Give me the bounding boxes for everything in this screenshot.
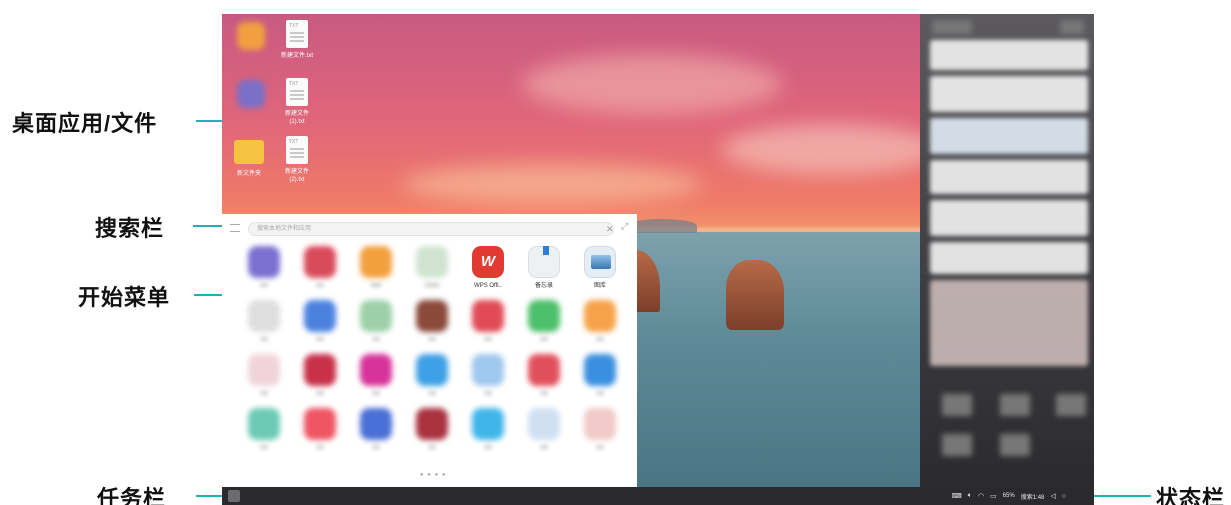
app-memo[interactable]: 备忘录	[516, 246, 572, 300]
desktop-screen: TXT 新建文件.txt TXT 新建文件 (1).txt 新文件夹 TXT 新…	[222, 14, 1094, 505]
keyboard-icon[interactable]: ⌨	[952, 492, 962, 500]
desktop-file-txt[interactable]: TXT 新建文件.txt	[270, 20, 324, 60]
search-input[interactable]: 搜索本地文件和应用	[248, 222, 614, 236]
app-item[interactable]: ■■	[572, 408, 628, 462]
text-file-icon: TXT	[286, 136, 308, 164]
start-button[interactable]	[228, 490, 240, 502]
app-wps-office[interactable]: WPS Offi..	[460, 246, 516, 300]
memo-icon	[528, 246, 560, 278]
app-icon	[237, 22, 265, 50]
app-item[interactable]: ■■	[460, 408, 516, 462]
app-item[interactable]: ■■	[236, 354, 292, 408]
app-item[interactable]: ■■	[348, 408, 404, 462]
battery-icon: ▭	[990, 493, 997, 500]
wps-icon	[472, 246, 504, 278]
app-item[interactable]: ■■	[404, 354, 460, 408]
app-item[interactable]: ■■	[516, 354, 572, 408]
clock[interactable]: 搜索1:48	[1021, 492, 1045, 501]
desktop-file-txt-2[interactable]: TXT 新建文件 (2).txt	[270, 136, 324, 184]
app-item[interactable]: ■■	[516, 300, 572, 354]
gallery-icon	[584, 246, 616, 278]
status-bar: ⌨ 🔈︎ ◠ ▭ 65% 搜索1:48 ◁ ○	[952, 487, 1066, 505]
app-item[interactable]: ■■■■	[404, 246, 460, 300]
app-item[interactable]: ■■	[404, 408, 460, 462]
wifi-icon[interactable]: ◠	[978, 492, 984, 500]
desktop-file-label: 新建文件.txt	[280, 53, 313, 59]
close-icon[interactable]: ✕	[606, 222, 614, 236]
text-file-icon: TXT	[286, 78, 308, 106]
app-item[interactable]: ■■	[292, 408, 348, 462]
app-icon	[237, 80, 265, 108]
desktop-file-label: 新建文件 (2).txt	[284, 169, 309, 183]
notification-card[interactable]	[930, 160, 1088, 194]
app-grid: ■■ ■■ ■■■ ■■■■ WPS Offi.. 备忘录 图库 ■■ ■■ ■…	[236, 246, 628, 462]
app-item[interactable]: ■■	[460, 300, 516, 354]
notification-card[interactable]	[930, 40, 1088, 70]
battery-level: 65%	[1002, 493, 1015, 499]
app-item[interactable]: ■■	[460, 354, 516, 408]
desktop-folder[interactable]: 新文件夹	[222, 138, 276, 178]
desktop-folder-label: 新文件夹	[236, 171, 261, 177]
app-item[interactable]: ■■	[292, 300, 348, 354]
start-menu: 搜索本地文件和应用 ✕ ⤢ ■■ ■■ ■■■ ■■■■ WPS Offi.. …	[222, 214, 637, 487]
wallpaper-rock	[726, 260, 784, 330]
app-item[interactable]: ■■■	[348, 246, 404, 300]
notification-card[interactable]	[930, 76, 1088, 112]
callout-search-bar: 搜索栏	[95, 216, 165, 241]
app-item[interactable]: ■■	[236, 246, 292, 300]
callout-taskbar: 任务栏	[97, 486, 167, 505]
app-gallery[interactable]: 图库	[572, 246, 628, 300]
app-item[interactable]: ■■	[236, 300, 292, 354]
text-file-icon: TXT	[286, 20, 308, 48]
notification-card[interactable]	[930, 118, 1088, 154]
desktop-file-label: 新建文件 (1).txt	[284, 111, 309, 125]
expand-icon[interactable]: ⤢	[621, 221, 628, 232]
app-item[interactable]: ■■	[572, 300, 628, 354]
app-item[interactable]: ■■	[516, 408, 572, 462]
menu-icon[interactable]	[230, 224, 240, 232]
callout-desktop-apps-files: 桌面应用/文件	[12, 111, 158, 136]
notification-card[interactable]	[930, 280, 1088, 366]
notification-card[interactable]	[930, 242, 1088, 274]
callout-start-menu: 开始菜单	[78, 285, 171, 310]
page-indicator[interactable]: ● ● ● ●	[420, 472, 447, 478]
app-item[interactable]: ■■	[404, 300, 460, 354]
app-item[interactable]: ■■	[292, 246, 348, 300]
folder-icon	[234, 140, 264, 164]
app-item[interactable]: ■■	[572, 354, 628, 408]
notification-card[interactable]	[930, 200, 1088, 236]
notification-panel	[920, 14, 1094, 487]
home-icon[interactable]: ○	[1062, 493, 1066, 500]
callout-status-bar: 状态栏	[1156, 486, 1226, 505]
app-item[interactable]: ■■	[348, 354, 404, 408]
app-item[interactable]: ■■	[292, 354, 348, 408]
taskbar: ⌨ 🔈︎ ◠ ▭ 65% 搜索1:48 ◁ ○	[222, 487, 1094, 505]
volume-icon[interactable]: 🔈︎	[968, 492, 972, 500]
app-item[interactable]: ■■	[236, 408, 292, 462]
back-icon[interactable]: ◁	[1050, 492, 1055, 500]
app-item[interactable]: ■■	[348, 300, 404, 354]
desktop-file-txt-1[interactable]: TXT 新建文件 (1).txt	[270, 78, 324, 126]
